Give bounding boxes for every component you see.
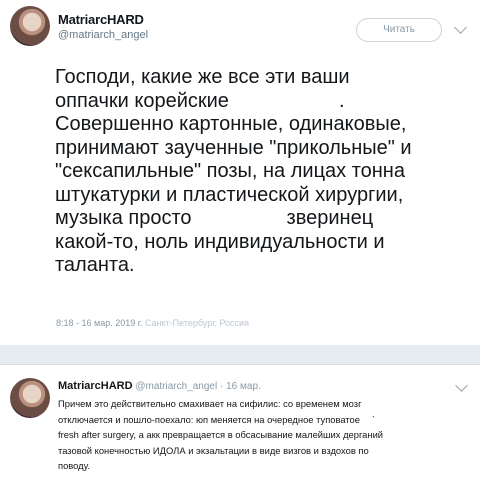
chevron-down-icon[interactable] [455,379,468,392]
reply-avatar[interactable] [10,378,50,418]
chevron-down-icon[interactable] [454,21,467,34]
reply-line: поводу. [58,460,90,471]
tweet-line: таланта. [55,254,135,276]
tweet-location[interactable]: Санкт-Петербург, Россия [145,318,249,328]
reply-text-fragment: ` [371,413,376,425]
tweet-line: оппачки корейские. [55,90,475,114]
thread-separator [0,345,480,365]
tweet-line: Совершенно картонные, одинаковые, [55,113,407,135]
reply-line: тазовой конечностью ИДОЛА и экзальтации … [58,444,369,456]
user-handle[interactable]: @matriarch_angel [58,29,148,41]
tweet-text-fragment: . [338,89,345,112]
reply-line: Причем это действительно смахивает на си… [58,398,362,409]
tweet-line: какой-то, ноль индивидуальности и [55,230,385,253]
main-tweet: MatriarcHARD @matriarch_angel Читать Гос… [0,0,480,345]
reply-header: MatriarcHARD @matriarch_angel · 16 мар. [58,380,261,392]
reply-text-fragment: отключается и пошло-поехало: юп меняется… [58,413,360,425]
tweet-line: музыка просто зверинец [55,207,475,231]
tweet-text-fragment: музыка просто [55,207,192,229]
reply-date[interactable]: 16 мар. [226,381,261,392]
tweet-line: "сексапильные" позы, на лицах тонна [55,160,405,182]
reply-display-name[interactable]: MatriarcHARD [58,380,133,392]
tweet-meta: 8:18 - 16 мар. 2019 г. Санкт-Петербург, … [56,318,249,328]
reply-line: отключается и пошло-поехало: юп меняется… [58,412,458,428]
follow-button[interactable]: Читать [356,18,442,42]
tweet-text: Господи, какие же все эти ваши оппачки к… [55,66,475,278]
tweet-timestamp[interactable]: 8:18 - 16 мар. 2019 г. [56,318,142,328]
tweet-thread: MatriarcHARD @matriarch_angel Читать Гос… [0,0,480,486]
tweet-text-fragment: зверинец [286,207,374,229]
tweet-line: принимают заученные "прикольные" и [55,136,412,159]
reply-separator-dot: · [220,381,224,392]
divider [0,364,480,365]
reply-handle[interactable]: @matriarch_angel [135,381,217,392]
tweet-line: Господи, какие же все эти ваши [55,66,350,88]
display-name[interactable]: MatriarcHARD [58,12,144,27]
tweet-line: штукатурки и пластической хирургии, [55,183,404,206]
reply-text: Причем это действительно смахивает на си… [58,396,458,474]
tweet-text-fragment: оппачки корейские [55,89,229,112]
avatar[interactable] [10,6,50,46]
reply-line: fresh after surgery, а акк превращается … [58,429,384,440]
